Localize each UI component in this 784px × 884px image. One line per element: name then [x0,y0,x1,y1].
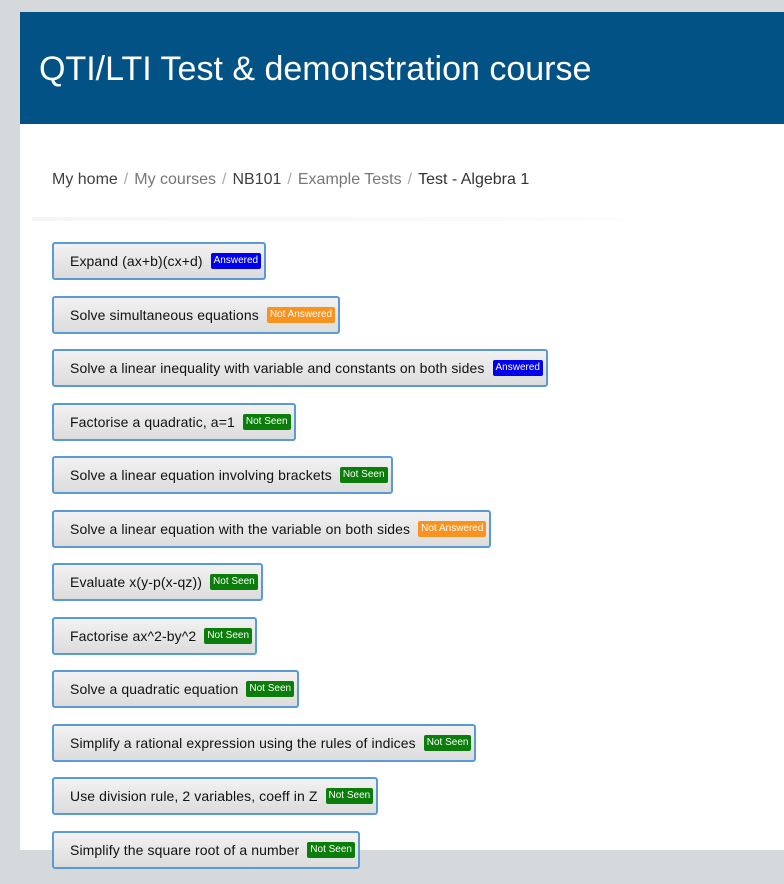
question-list-item: Factorise a quadratic, a=1 Not Seen [52,402,548,441]
breadcrumb-separator: / [407,171,413,188]
question-label: Use division rule, 2 variables, coeff in… [70,788,318,804]
question-button[interactable]: Use division rule, 2 variables, coeff in… [52,777,379,815]
question-label: Factorise ax^2-by^2 [70,627,197,644]
status-badge: Not Seen [210,574,258,590]
status-badge: Answered [210,253,262,269]
status-badge: Not Seen [204,627,253,644]
question-label: Expand (ax+b)(cx+d) [70,253,203,269]
status-badge: Not Seen [242,413,291,430]
status-badge: Not Seen [423,734,472,751]
breadcrumb-item-current: / Test - Algebra 1 [402,171,530,189]
question-list-item: Solve a linear equation involving bracke… [52,456,548,494]
question-list-item: Expand (ax+b)(cx+d) Answered [52,242,548,280]
question-button[interactable]: Solve a quadratic equation Not Seen [52,670,300,708]
question-button[interactable]: Evaluate x(y-p(x-qz)) Not Seen [52,563,263,601]
question-label: Solve a quadratic equation [70,681,239,697]
question-button[interactable]: Simplify a rational expression using the… [52,723,477,762]
status-badge: Not Answered [418,520,487,537]
question-button[interactable]: Factorise a quadratic, a=1 Not Seen [52,402,296,441]
status-badge: Not Seen [325,788,374,804]
breadcrumb-link-my-courses[interactable]: My courses [134,171,216,189]
course-title: QTI/LTI Test & demonstration course [39,49,592,88]
breadcrumb-separator: / [222,171,227,188]
question-list-item: Factorise ax^2-by^2 Not Seen [52,616,548,655]
question-list-item: Use division rule, 2 variables, coeff in… [52,777,548,815]
breadcrumb-link-my-home[interactable]: My home [52,171,118,189]
breadcrumb-current-page: Test - Algebra 1 [418,171,530,188]
breadcrumb-item-my-home: My home [52,171,118,189]
question-label: Solve a linear equation with the variabl… [70,520,411,537]
status-badge: Not Seen [339,467,388,483]
question-button[interactable]: Factorise ax^2-by^2 Not Seen [52,616,258,655]
question-list-item: Solve a linear inequality with variable … [52,349,548,387]
content-divider [32,217,682,221]
course-header: QTI/LTI Test & demonstration course [20,12,784,124]
question-button[interactable]: Solve a linear equation with the variabl… [52,509,492,548]
question-button[interactable]: Solve simultaneous equations Not Answere… [52,295,341,334]
question-label: Solve a linear inequality with variable … [70,360,485,376]
question-list-item: Solve a linear equation with the variabl… [52,509,548,548]
question-list-item: Simplify a rational expression using the… [52,723,548,762]
question-label: Solve a linear equation involving bracke… [70,467,332,483]
breadcrumb-link-example-tests[interactable]: Example Tests [298,171,402,189]
question-list-item: Solve simultaneous equations Not Answere… [52,295,548,334]
question-button[interactable]: Solve a linear equation involving bracke… [52,456,393,494]
question-label: Factorise a quadratic, a=1 [70,413,235,430]
question-button[interactable]: Solve a linear inequality with variable … [52,349,548,387]
question-button[interactable]: Expand (ax+b)(cx+d) Answered [52,242,267,280]
breadcrumb-separator: / [287,171,292,188]
breadcrumb-item-my-courses: / My courses [118,171,216,189]
question-list-item: Evaluate x(y-p(x-qz)) Not Seen [52,563,548,601]
status-badge: Answered [492,360,543,376]
question-label: Evaluate x(y-p(x-qz)) [70,574,203,590]
breadcrumb-item-nb101: / NB101 [216,171,281,189]
breadcrumb-item-example-tests: / Example Tests [281,171,401,189]
question-label: Solve simultaneous equations [70,306,259,323]
question-list-item: Solve a quadratic equation Not Seen [52,670,548,708]
breadcrumb: My home / My courses / NB101 / Example T… [52,171,529,189]
page-container: QTI/LTI Test & demonstration course My h… [20,12,784,869]
question-label: Simplify a rational expression using the… [70,734,416,751]
breadcrumb-separator: / [123,171,129,188]
question-list: Expand (ax+b)(cx+d) Answered Solve simul… [52,242,548,884]
breadcrumb-link-nb101[interactable]: NB101 [233,171,282,189]
status-badge: Not Seen [246,681,295,697]
status-badge: Not Answered [266,306,336,323]
